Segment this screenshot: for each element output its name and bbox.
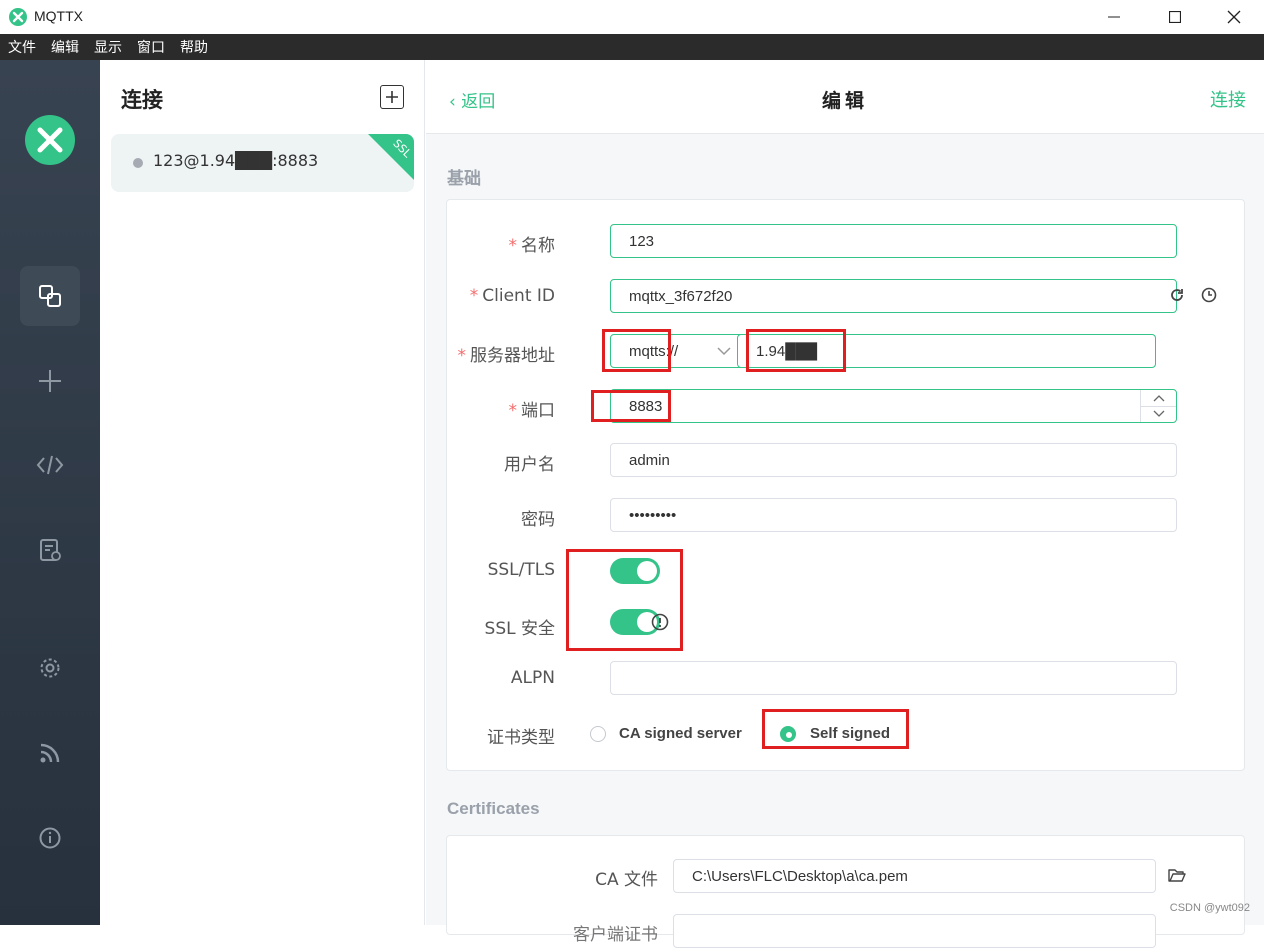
name-field[interactable]: 123 (610, 224, 1177, 258)
port-stepper[interactable] (1140, 390, 1176, 422)
username-label: 用户名 (504, 455, 555, 475)
ca-signed-radio[interactable] (590, 726, 606, 742)
ssl-secure-help[interactable] (651, 613, 669, 635)
ca-signed-label[interactable]: CA signed server (619, 725, 742, 742)
menu-edit[interactable]: 编辑 (51, 37, 79, 57)
connection-list-title: 连接 (121, 88, 163, 112)
close-icon (1227, 10, 1241, 24)
host-field[interactable]: 1.94███ (737, 334, 1156, 368)
password-field[interactable]: ••••••••• (610, 498, 1177, 532)
port-value: 8883 (629, 397, 663, 415)
menu-window[interactable]: 窗口 (137, 37, 165, 57)
warning-circle-icon (651, 613, 669, 631)
alpn-label: ALPN (510, 668, 555, 688)
clock-icon (1201, 287, 1217, 303)
maximize-button[interactable] (1145, 0, 1205, 34)
port-label: * 端口 (508, 401, 556, 421)
clientid-field[interactable]: mqttx_3f672f20 (610, 279, 1177, 313)
mqttx-logo-icon (25, 115, 75, 165)
maximize-icon (1169, 11, 1181, 23)
chevron-down-icon[interactable] (1153, 410, 1165, 418)
nav-scripts[interactable] (20, 435, 80, 495)
connect-button[interactable]: 连接 (1210, 86, 1246, 112)
username-field[interactable]: admin (610, 443, 1177, 477)
refresh-clientid-button[interactable] (1169, 287, 1185, 307)
name-label: * 名称 (508, 236, 556, 256)
ca-file-field[interactable]: C:\Users\FLC\Desktop\a\ca.pem (673, 859, 1156, 893)
add-connection-button[interactable] (380, 85, 404, 109)
title-bar: MQTTX (0, 0, 1264, 34)
menu-help[interactable]: 帮助 (180, 37, 208, 57)
self-signed-radio[interactable] (780, 726, 796, 742)
menu-view[interactable]: 显示 (94, 37, 122, 57)
cert-type-label: 证书类型 (487, 728, 555, 748)
info-icon (39, 827, 61, 849)
watermark: CSDN @ywt092 (1169, 902, 1250, 914)
client-cert-label: 客户端证书 (573, 925, 658, 945)
section-basic-title: 基础 (447, 169, 481, 189)
connections-icon (39, 285, 61, 307)
ssl-secure-label: SSL 安全 (484, 619, 555, 639)
port-field[interactable]: 8883 (610, 389, 1177, 423)
menu-file[interactable]: 文件 (8, 37, 36, 57)
chevron-down-icon (717, 347, 731, 356)
refresh-icon (1171, 289, 1183, 301)
plus-icon (386, 91, 398, 103)
log-icon (40, 539, 61, 561)
close-button[interactable] (1204, 0, 1264, 34)
ssl-toggle[interactable] (610, 558, 660, 584)
gear-icon (40, 658, 60, 678)
connection-name: 123@1.94███:8883 (153, 151, 319, 170)
clientid-time-button[interactable] (1201, 287, 1217, 307)
protocol-value: mqtts:// (629, 342, 679, 360)
ca-file-label: CA 文件 (595, 870, 658, 890)
connection-item[interactable]: 123@1.94███:8883 SSL (111, 134, 414, 192)
left-nav (0, 60, 100, 925)
self-signed-label[interactable]: Self signed (810, 725, 890, 742)
basic-card: * 名称 123 * Client ID mqttx_3f672f20 * 服务器地址… (446, 199, 1245, 771)
password-label: 密码 (521, 510, 555, 530)
clientid-label: * Client ID (469, 286, 555, 306)
ssl-label: SSL/TLS (487, 560, 555, 580)
menu-bar: 文件 编辑 显示 窗口 帮助 (0, 34, 1264, 60)
edit-header: ‹ 返回 编辑 连接 (426, 60, 1264, 134)
chevron-up-icon[interactable] (1153, 394, 1165, 402)
certificates-card: CA 文件 C:\Users\FLC\Desktop\a\ca.pem 客户端证… (446, 835, 1245, 948)
nav-new-connection[interactable] (20, 351, 80, 411)
page-title: 编辑 (821, 90, 868, 112)
connection-list-panel: 连接 123@1.94███:8883 SSL (100, 60, 425, 925)
window-title: MQTTX (34, 8, 83, 24)
nav-subscriptions[interactable] (20, 723, 80, 783)
code-icon (36, 455, 64, 475)
app-logo-icon (9, 8, 27, 26)
nav-about[interactable] (20, 808, 80, 868)
host-label: * 服务器地址 (457, 346, 556, 366)
nav-connections[interactable] (20, 266, 80, 326)
nav-logs[interactable] (20, 520, 80, 580)
edit-panel: ‹ 返回 编辑 连接 基础 * 名称 123 * Client ID mqttx_3… (426, 60, 1264, 948)
minimize-button[interactable] (1084, 0, 1144, 34)
client-cert-field[interactable] (673, 914, 1156, 948)
nav-settings[interactable] (20, 638, 80, 698)
connection-status-dot (133, 158, 143, 168)
folder-open-icon (1168, 869, 1186, 882)
plus-icon (39, 370, 61, 392)
section-certificates-title: Certificates (447, 799, 540, 818)
minimize-icon (1108, 16, 1120, 18)
alpn-field[interactable] (610, 661, 1177, 695)
rss-icon (40, 743, 60, 763)
protocol-select[interactable]: mqtts:// (610, 334, 744, 368)
ca-file-browse-button[interactable] (1168, 867, 1186, 887)
